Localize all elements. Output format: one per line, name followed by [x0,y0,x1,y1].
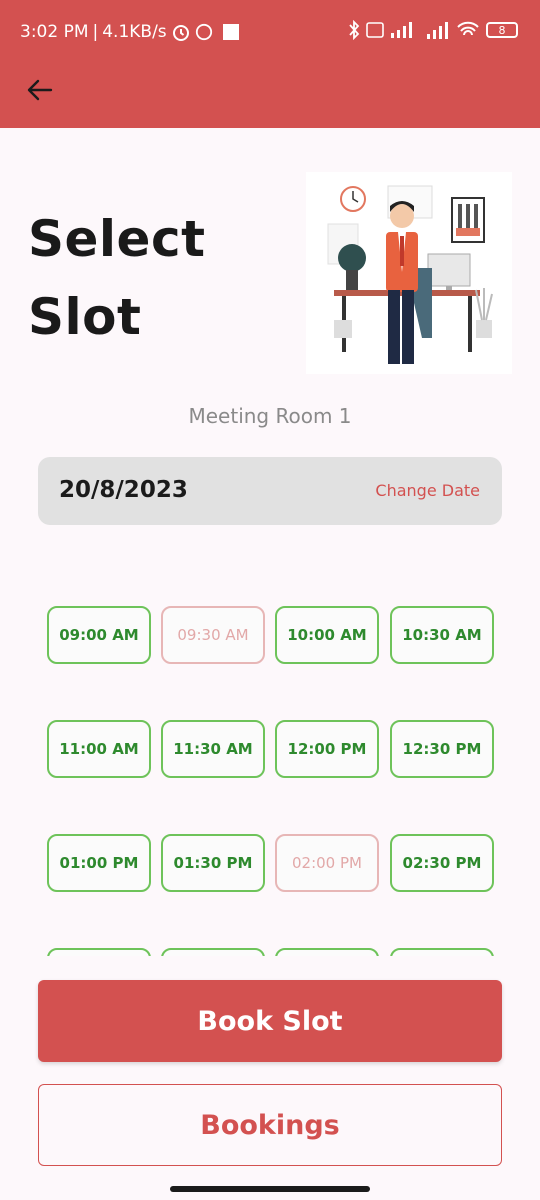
notification-icon [222,24,239,40]
date-selector: 20/8/2023 Change Date [38,457,502,525]
slot-button[interactable]: 10:30 AM [390,606,494,664]
bookings-button[interactable]: Bookings [38,1084,502,1166]
slot-button[interactable]: 02:30 PM [390,834,494,892]
slot-button-partial[interactable] [275,948,379,956]
status-net-speed: 4.1KB/s [102,22,167,42]
slot-button[interactable]: 01:00 PM [47,834,151,892]
wifi-icon [457,21,479,36]
signal-icon [391,22,412,38]
slot-button-partial[interactable] [390,948,494,956]
status-bar: 3:02 PM | 4.1KB/s 8 [0,0,540,64]
back-button[interactable] [24,74,56,106]
alarm-icon [172,25,189,41]
selected-date: 20/8/2023 [59,477,188,503]
slot-button[interactable]: 10:00 AM [275,606,379,664]
status-separator: | [92,22,99,42]
arrow-left-icon [27,79,53,101]
signal-icon-2 [427,22,448,39]
slot-button-partial[interactable] [47,948,151,956]
slot-button[interactable]: 11:00 AM [47,720,151,778]
office-illustration [306,172,512,374]
app-bar: 3:02 PM | 4.1KB/s 8 [0,0,540,128]
home-indicator[interactable] [170,1186,370,1192]
volte-icon [366,22,384,38]
slot-button-booked[interactable]: 09:30 AM [161,606,265,664]
title-line-2: Slot [28,288,142,346]
slot-button[interactable]: 09:00 AM [47,606,151,664]
slot-grid: 09:00 AM 09:30 AM 10:00 AM 10:30 AM 11:0… [0,560,540,956]
slot-button[interactable]: 01:30 PM [161,834,265,892]
change-date-button[interactable]: Change Date [375,481,480,500]
whatsapp-icon [195,23,212,41]
slot-button[interactable]: 12:00 PM [275,720,379,778]
book-slot-button[interactable]: Book Slot [38,980,502,1062]
slot-button[interactable]: 11:30 AM [161,720,265,778]
title-line-1: Select [28,210,206,268]
room-name: Meeting Room 1 [188,404,352,428]
battery-icon: 8 [486,22,518,38]
slot-button[interactable]: 12:30 PM [390,720,494,778]
status-time: 3:02 PM [20,22,89,42]
slot-button-booked[interactable]: 02:00 PM [275,834,379,892]
bluetooth-icon [349,20,360,40]
slot-button-partial[interactable] [161,948,265,956]
page-title: Select Slot [28,200,206,356]
